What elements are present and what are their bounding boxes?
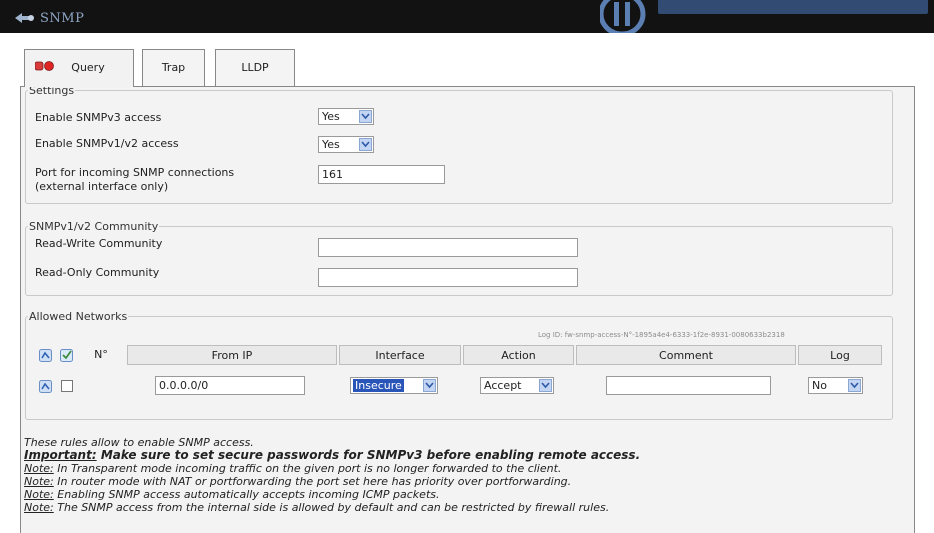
window-title: SNMP [40,11,85,26]
note-4: Note: The SNMP access from the internal … [24,501,914,514]
interface-select-value: Insecure [353,379,404,392]
edit-rule-icon[interactable] [39,380,52,393]
add-rule-icon[interactable] [39,349,52,362]
select-all-icon[interactable] [60,349,73,362]
port-label-line1: Port for incoming SNMP connections [35,166,235,179]
note-label: Note: [24,501,54,514]
from-ip-input[interactable]: 0.0.0.0/0 [155,376,305,395]
snmpv3-select-value: Yes [322,110,340,123]
brand-logo [600,0,928,33]
note-label: Note: [24,475,54,488]
note-1: Note: In Transparent mode incoming traff… [24,462,914,475]
rw-community-label: Read-Write Community [35,237,163,250]
snmpv3-label: Enable SNMPv3 access [35,111,162,124]
chevron-down-icon [423,379,436,392]
tab-trap[interactable]: Trap [142,49,205,86]
important-label: Important: [24,448,97,462]
chevron-down-icon [848,379,861,392]
chevron-down-icon [359,138,372,151]
snmp-icon [15,13,34,23]
note-1-text: In Transparent mode incoming traffic on … [53,462,562,475]
log-select-value: No [812,379,827,392]
snmpv12-select-value: Yes [322,138,340,151]
title-bar: SNMP [0,0,934,33]
port-input[interactable]: 161 [318,165,445,184]
chevron-down-icon [539,379,552,392]
ro-community-input[interactable] [318,268,578,287]
row-checkbox[interactable] [61,380,73,392]
community-legend: SNMPv1/v2 Community [29,220,159,233]
column-header-interface: Interface [339,345,461,365]
ro-community-label: Read-Only Community [35,266,160,279]
column-header-no: N° [94,348,108,361]
allowed-networks-legend: Allowed Networks [29,310,128,323]
important-text: Make sure to set secure passwords for SN… [96,448,641,462]
allowed-networks-group: Allowed Networks [25,310,893,420]
interface-select[interactable]: Insecure [350,377,438,394]
column-header-from-ip: From IP [127,345,337,365]
note-label: Note: [24,488,54,501]
rw-community-input[interactable] [318,238,578,257]
column-header-action: Action [463,345,574,365]
note-4-text: The SNMP access from the internal side i… [53,501,610,514]
note-label: Note: [24,462,54,475]
note-2-text: In router mode with NAT or portforwardin… [53,475,572,488]
table-row: 0.0.0.0/0 Insecure Accept No [32,371,884,401]
column-header-log: Log [798,345,882,365]
comment-input[interactable] [606,376,771,395]
tab-lldp[interactable]: LLDP [215,49,295,86]
status-lights-icon [35,61,54,71]
column-header-comment: Comment [576,345,796,365]
important-note: Important: Make sure to set secure passw… [24,449,914,462]
action-select-value: Accept [484,379,522,392]
tab-lldp-label: LLDP [241,61,269,74]
note-3-text: Enabling SNMP access automatically accep… [53,488,440,501]
action-select[interactable]: Accept [480,377,554,394]
note-2: Note: In router mode with NAT or portfor… [24,475,914,488]
tab-query[interactable]: Query [24,49,134,87]
port-label-line2: (external interface only) [35,180,169,193]
note-3: Note: Enabling SNMP access automatically… [24,488,914,501]
log-id: Log ID: fw-snmp-access-N°-1895a4e4-6333-… [538,331,785,339]
notes-section: These rules allow to enable SNMP access.… [24,436,914,514]
log-select[interactable]: No [808,377,863,394]
snmpv12-label: Enable SNMPv1/v2 access [35,137,179,150]
chevron-down-icon [359,110,372,123]
snmpv12-select[interactable]: Yes [318,136,374,153]
snmpv3-select[interactable]: Yes [318,108,374,125]
tab-trap-label: Trap [161,61,186,74]
